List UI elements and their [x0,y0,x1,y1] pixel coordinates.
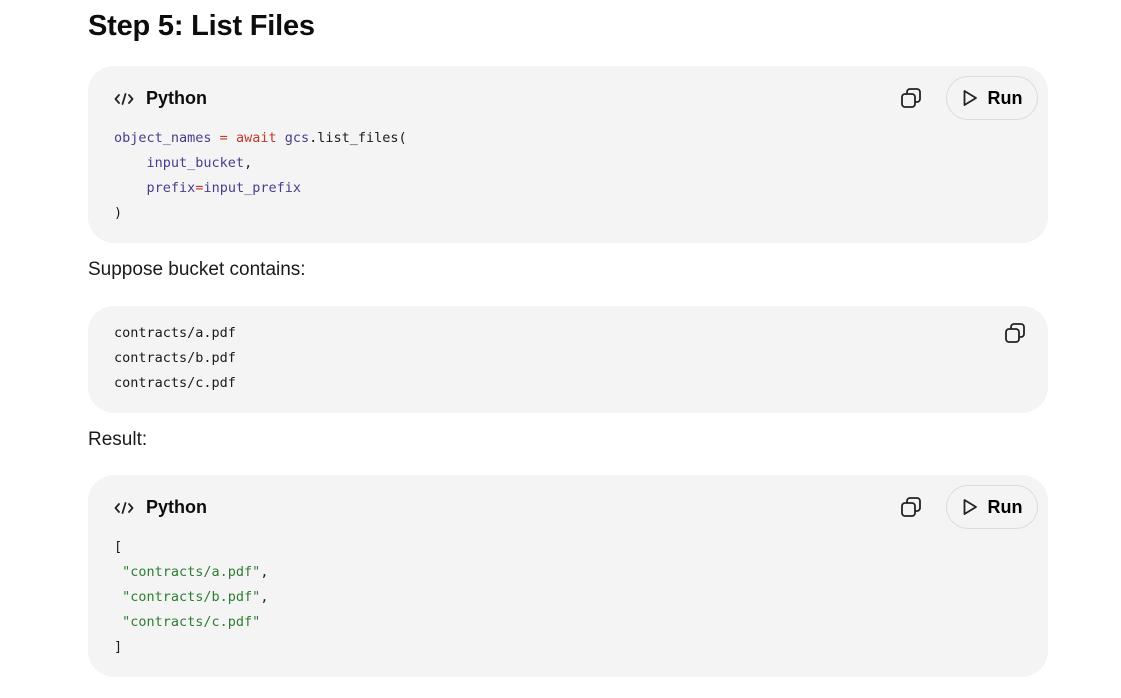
copy-icon [901,88,921,108]
run-button[interactable]: Run [946,485,1038,529]
copy-icon [1005,323,1025,343]
code-line: object_names = await gcs.list_files( [114,126,407,151]
code-token: object_names [114,130,212,146]
play-icon [963,499,977,515]
code-block-header: Python [114,497,207,518]
copy-button[interactable] [896,492,926,522]
code-line: contracts/c.pdf [114,375,236,391]
code-token: list_files( [317,130,407,146]
run-label: Run [987,496,1023,517]
code-token: = [211,130,236,146]
paragraph-bucket-contents: Suppose bucket contains: [88,259,306,280]
code-line: ] [114,639,123,655]
run-label: Run [987,87,1023,108]
code-token: , [260,564,269,580]
code-block-list-files: Python Run object_names = await gcs.list… [88,66,1048,243]
code-content: [ "contracts/a.pdf", "contracts/b.pdf", … [114,535,268,660]
code-token: input_bucket [146,155,245,171]
code-line: [ [114,539,123,555]
code-icon [114,92,134,106]
code-line: contracts/a.pdf [114,325,236,341]
code-content: object_names = await gcs.list_files( inp… [114,126,407,226]
code-token: , [244,155,253,171]
page-heading: Step 5: List Files [88,10,315,42]
play-icon [963,90,977,106]
copy-icon [901,497,921,517]
code-block-bucket-contents: contracts/a.pdf contracts/b.pdf contracts/… [88,306,1048,413]
code-token: await [235,130,277,146]
code-token: input_prefix [203,180,301,196]
code-line: input_bucket, [114,151,407,176]
code-token: . [309,130,318,146]
code-line: prefix=input_prefix [114,176,407,201]
code-token: ) [114,205,123,221]
code-token: gcs [276,130,310,146]
code-block-header: Python [114,88,207,109]
code-line: "contracts/c.pdf" [114,610,268,635]
code-token: "contracts/a.pdf" [122,564,261,580]
paragraph-result: Result: [88,429,148,450]
code-line: ) [114,201,407,226]
code-token: prefix [146,180,196,196]
copy-button[interactable] [1000,318,1030,348]
code-token: , [260,589,269,605]
run-button[interactable]: Run [946,76,1038,120]
code-block-result: Python Run [ "contracts/a.pdf", "contrac… [88,475,1048,677]
code-token: "contracts/c.pdf" [122,614,261,630]
code-line: contracts/b.pdf [114,350,236,366]
code-icon [114,501,134,515]
code-token: "contracts/b.pdf" [122,589,261,605]
code-language-label: Python [146,497,207,517]
code-line: "contracts/b.pdf", [114,585,268,610]
code-language-label: Python [146,88,207,108]
copy-button[interactable] [896,83,926,113]
code-line: "contracts/a.pdf", [114,560,268,585]
code-content: contracts/a.pdf contracts/b.pdf contracts/… [114,321,236,396]
